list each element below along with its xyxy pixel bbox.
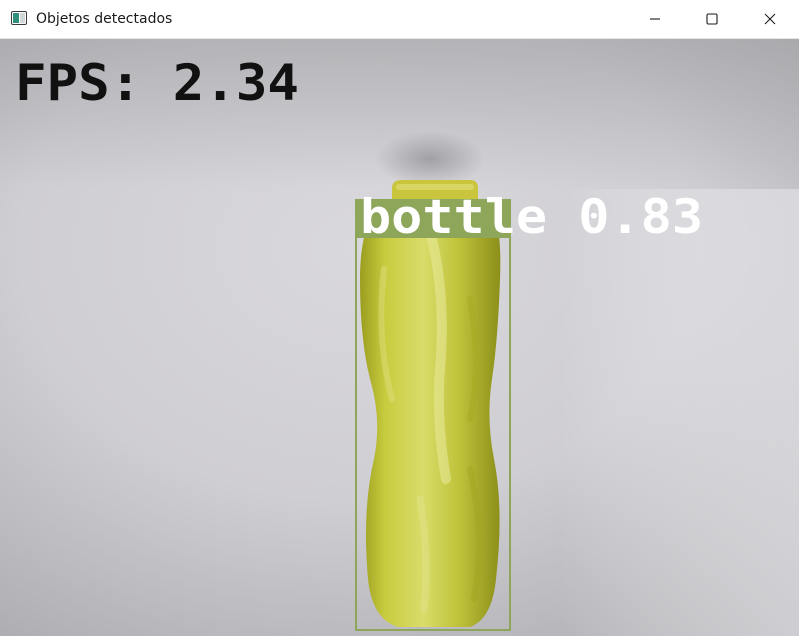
- title-bar[interactable]: Objetos detectados: [0, 0, 799, 39]
- window-title: Objetos detectados: [36, 11, 173, 27]
- close-icon: [764, 13, 776, 25]
- app-window: Objetos detectados bottle 0.83 FPS: 2.34: [0, 0, 799, 636]
- maximize-icon: [706, 13, 718, 25]
- minimize-button[interactable]: [626, 0, 684, 38]
- fps-counter: FPS: 2.34: [15, 54, 299, 112]
- camera-frame-image: bottle 0.83 FPS: 2.34: [0, 39, 799, 636]
- app-icon: [11, 11, 27, 25]
- minimize-icon: [650, 18, 660, 20]
- camera-frame: bottle 0.83 FPS: 2.34: [0, 39, 799, 636]
- bottle-object: [360, 180, 501, 627]
- detection-label: bottle 0.83: [360, 190, 703, 245]
- maximize-button[interactable]: [683, 0, 741, 38]
- close-button[interactable]: [741, 0, 799, 38]
